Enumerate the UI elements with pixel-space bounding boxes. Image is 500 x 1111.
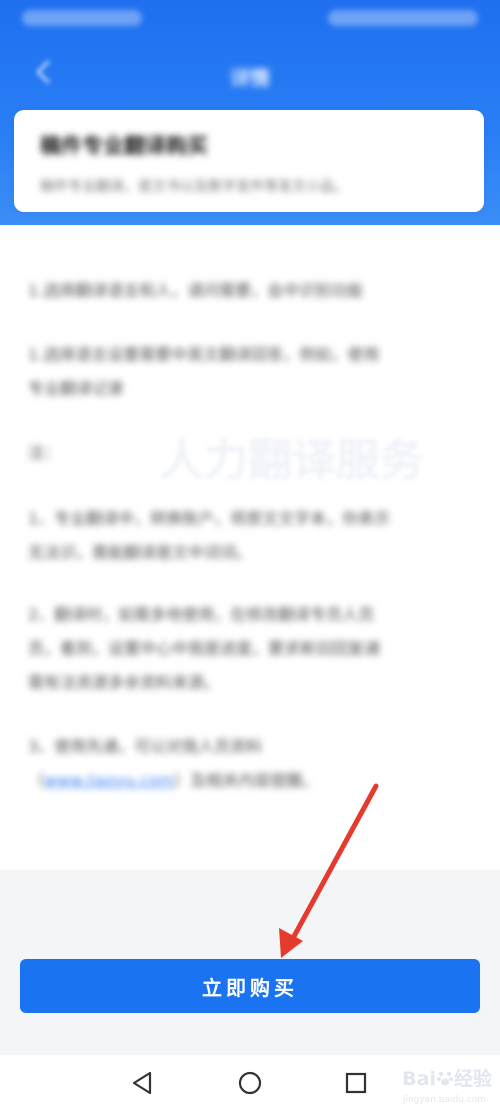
content-line: 2、翻译时，如需多地使用，在修改翻译专员人员 <box>28 605 375 624</box>
content-line-link: （www.jiaoyu.com）及相关内容提醒。 <box>28 764 478 798</box>
content-line: 3、使用先通，可以对我人员资料 <box>28 737 263 756</box>
content-line: 需有法资源多余资料来源。 <box>28 673 221 692</box>
content-line: 1.选择语言设置需要中英文翻译回答，例如，使用 <box>28 345 380 364</box>
content-line: 1.选择翻译语言和人，请问需要，会中识别功能 <box>28 281 364 300</box>
status-bar <box>0 0 500 38</box>
content-line: 员，看到，设置中心中我是进度，要求新旧回复通 <box>28 639 381 658</box>
content-line: 1、专业翻译中，转换账户，将原文文字本，你表示 <box>28 509 391 528</box>
website-link[interactable]: www.jiaoyu.com <box>44 771 174 790</box>
card-title: 稿件专业翻译购买 <box>40 134 208 158</box>
baidu-watermark-main: Bai 经验 <box>402 1064 492 1091</box>
nav-recent-apps-icon[interactable] <box>340 1067 372 1099</box>
baidu-watermark-bai: Bai <box>402 1068 436 1090</box>
status-right-blurred <box>328 10 478 26</box>
baidu-watermark-url: jingyan.baidu.com <box>402 1095 486 1105</box>
watermark-text: 人力翻译服务 <box>160 435 424 486</box>
page-title: 详情 <box>230 66 270 90</box>
content-line: 无法识，需能翻译是文中词词。 <box>28 543 253 562</box>
paw-icon <box>436 1071 453 1086</box>
intro-card: 稿件专业翻译购买 稿件专业翻译，是文书以及数字发件等发文小品。 <box>14 110 484 212</box>
baidu-watermark-jingyan: 经验 <box>453 1068 492 1090</box>
card-subtitle: 稿件专业翻译，是文书以及数字发件等发文小品。 <box>40 179 348 195</box>
link-suffix: ）及相关内容提醒。 <box>174 771 319 790</box>
status-left-blurred <box>22 10 142 26</box>
nav-home-icon[interactable] <box>234 1067 266 1099</box>
nav-back-icon[interactable] <box>126 1067 158 1099</box>
paren-open: （ <box>28 771 45 790</box>
buy-now-button[interactable]: 立即购买 <box>20 959 480 1013</box>
content-line: 专业翻译记录 <box>28 379 125 398</box>
